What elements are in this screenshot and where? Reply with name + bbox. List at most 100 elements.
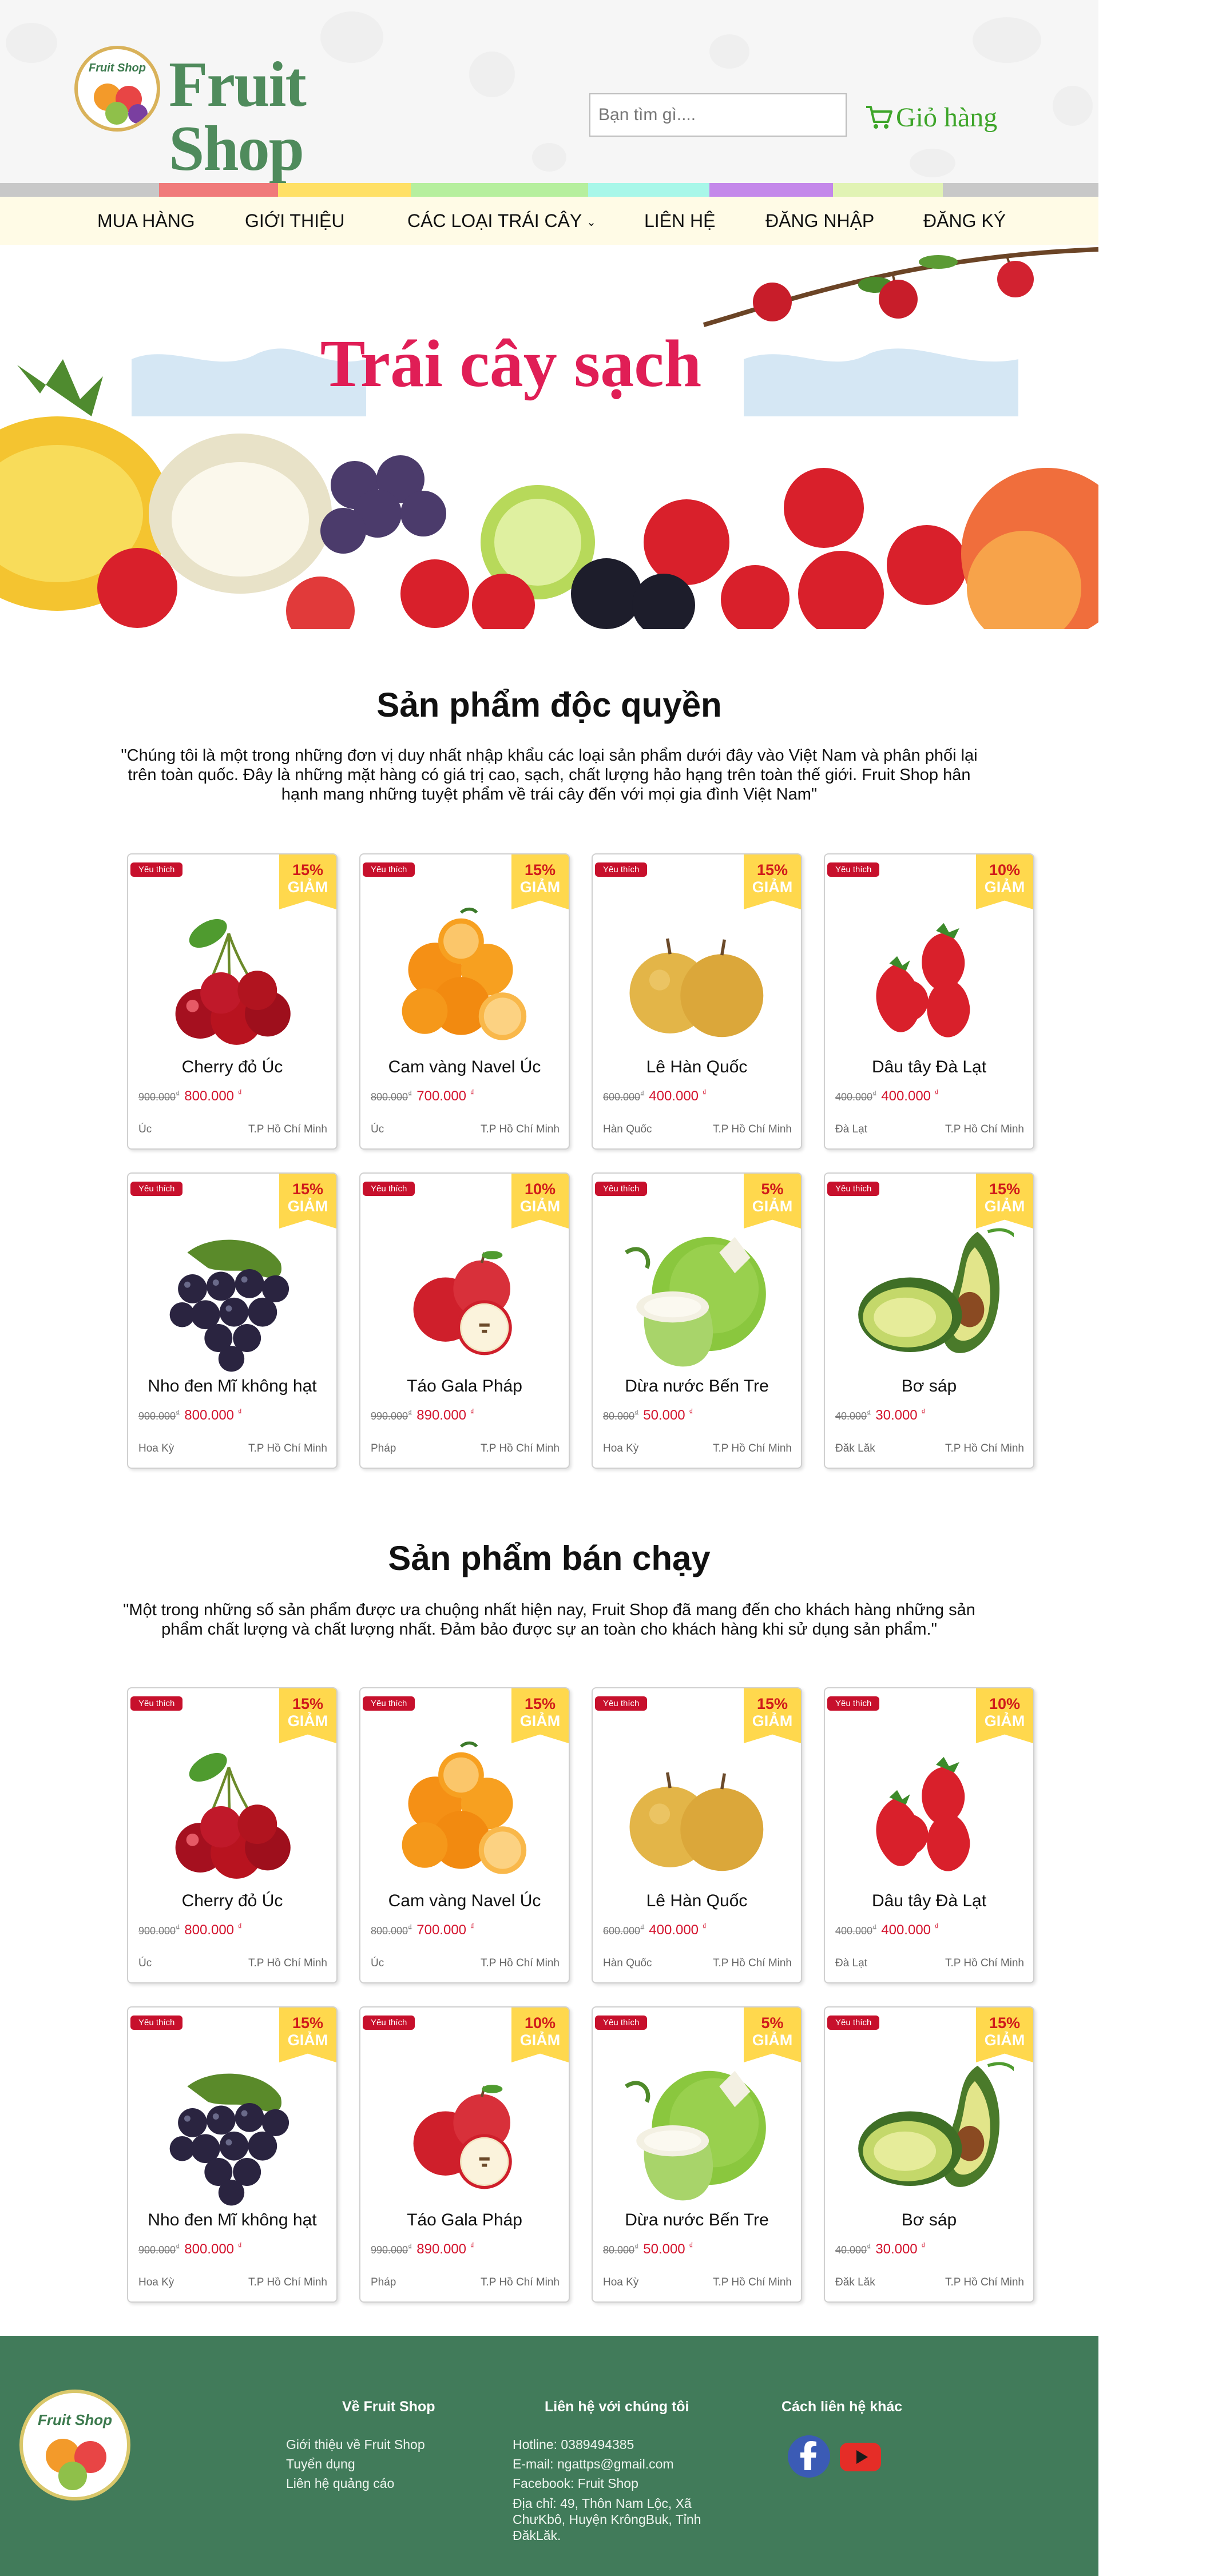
product-prices: 990.000₫ 890.000 ₫ <box>371 2241 474 2257</box>
product-card[interactable]: Yêu thích 15% GIẢM Nho đen Mĩ không hạt 900.… <box>127 2006 338 2303</box>
nav-lien-he[interactable]: LIÊN HỆ <box>644 197 715 245</box>
product-card[interactable]: Yêu thích 15% GIẢM Bơ sáp 40.000₫ 30.000 ₫ Đăk… <box>824 2006 1034 2303</box>
nav-gioi-thieu[interactable]: GIỚI THIỆU <box>245 197 344 245</box>
product-origin: Hoa Kỳ <box>603 1442 639 1454</box>
product-origin: Hàn Quốc <box>603 1957 652 1969</box>
chevron-down-icon: ⌄ <box>586 216 597 229</box>
avocado-icon <box>858 2062 1014 2187</box>
new-price: 400.000 ₫ <box>881 1922 939 1938</box>
footer-hotline: Hotline: 0389494385 <box>513 2437 634 2452</box>
logo-name: Fruit Shop <box>169 49 307 183</box>
product-ship-from: T.P Hồ Chí Minh <box>481 1957 560 1969</box>
product-name[interactable]: Dừa nước Bến Tre <box>593 2211 801 2230</box>
grape-icon <box>169 2073 289 2206</box>
discount-label: GIẢM <box>287 1198 328 1215</box>
facebook-icon[interactable] <box>787 2435 831 2478</box>
footer-other: Cách liên hệ khác <box>781 2399 902 2478</box>
product-card[interactable]: Yêu thích 15% GIẢM Lê Hàn Quốc 600.000₫ 400.0… <box>592 1687 802 1983</box>
stripe-segment <box>0 183 159 197</box>
nav-cac-loai-trai-cay[interactable]: CÁC LOẠI TRÁI CÂY ⌄ <box>407 197 596 245</box>
footer-email[interactable]: E-mail: ngattps@gmail.com <box>513 2454 719 2474</box>
product-name[interactable]: Bơ sáp <box>825 2211 1033 2230</box>
discount-percent: 10% <box>989 1695 1021 1712</box>
product-name[interactable]: Táo Gala Pháp <box>360 1377 569 1396</box>
new-price: 800.000 ₫ <box>184 1922 242 1938</box>
new-price: 400.000 ₫ <box>649 1088 707 1104</box>
product-origin: Hoa Kỳ <box>138 2276 174 2288</box>
footer-link-quang-cao[interactable]: Liên hệ quảng cáo <box>286 2474 435 2493</box>
old-price: 80.000₫ <box>603 2242 639 2256</box>
product-name[interactable]: Cam vàng Navel Úc <box>360 1891 569 1911</box>
nav-dang-nhap[interactable]: ĐĂNG NHẬP <box>765 197 874 245</box>
product-name[interactable]: Cherry đỏ Úc <box>128 1058 336 1077</box>
discount-label: GIẢM <box>984 878 1025 896</box>
product-card[interactable]: Yêu thích 10% GIẢM Táo Gala Pháp 990.000₫ 890… <box>359 2006 570 2303</box>
product-name[interactable]: Cam vàng Navel Úc <box>360 1058 569 1077</box>
footer-logo[interactable]: Fruit Shop <box>19 2390 130 2501</box>
cart-label: Giỏ hàng <box>896 102 998 133</box>
footer-address: Địa chỉ: 49, Thôn Nam Lộc, Xã ChưKbô, Hu… <box>513 2496 701 2543</box>
product-card[interactable]: Yêu thích 15% GIẢM Cam vàng Navel Úc 800.000… <box>359 853 570 1150</box>
site-logo[interactable]: Fruit Shop Fruit Shop <box>74 46 395 181</box>
product-card[interactable]: Yêu thích 10% GIẢM Dâu tây Đà Lạt 400.000₫ 40… <box>824 853 1034 1150</box>
stripe-segment <box>588 183 709 197</box>
search-input[interactable] <box>589 93 847 137</box>
discount-percent: 15% <box>756 1695 788 1712</box>
product-ship-from: T.P Hồ Chí Minh <box>713 1957 792 1969</box>
product-origin: Pháp <box>371 2276 396 2288</box>
product-prices: 400.000₫ 400.000 ₫ <box>835 1922 939 1938</box>
product-card[interactable]: Yêu thích 15% GIẢM Nho đen Mĩ không hạt 900.… <box>127 1172 338 1469</box>
product-name[interactable]: Nho đen Mĩ không hạt <box>128 1377 336 1396</box>
old-price: 800.000₫ <box>371 1089 412 1103</box>
new-price: 700.000 ₫ <box>416 1922 474 1938</box>
product-origin: Úc <box>371 1123 384 1135</box>
youtube-icon[interactable] <box>839 2435 882 2478</box>
product-card[interactable]: Yêu thích 15% GIẢM Bơ sáp 40.000₫ 30.000 ₫ Đăk… <box>824 1172 1034 1469</box>
product-ship-from: T.P Hồ Chí Minh <box>481 1442 560 1454</box>
footer-other-title: Cách liên hệ khác <box>781 2399 903 2415</box>
product-card[interactable]: Yêu thích 5% GIẢM Dừa nước Bến Tre 80.000₫ 50… <box>592 1172 802 1469</box>
old-price: 40.000₫ <box>835 2242 871 2256</box>
nav-dang-ky[interactable]: ĐĂNG KÝ <box>923 197 1006 245</box>
product-name[interactable]: Cherry đỏ Úc <box>128 1891 336 1911</box>
favorite-badge: Yêu thích <box>130 2016 183 2030</box>
discount-percent: 10% <box>989 861 1021 878</box>
discount-label: GIẢM <box>519 2032 561 2049</box>
product-name[interactable]: Lê Hàn Quốc <box>593 1058 801 1077</box>
footer-link-tuyen-dung[interactable]: Tuyển dụng <box>286 2454 435 2474</box>
strawberry-icon <box>876 1756 970 1871</box>
product-prices: 40.000₫ 30.000 ₫ <box>835 1407 926 1424</box>
stripe-segment <box>943 183 1098 197</box>
product-ship-from: T.P Hồ Chí Minh <box>481 2276 560 2288</box>
product-name[interactable]: Dâu tây Đà Lạt <box>825 1891 1033 1911</box>
product-name[interactable]: Dừa nước Bến Tre <box>593 1377 801 1396</box>
product-card[interactable]: Yêu thích 15% GIẢM Cam vàng Navel Úc 800.000… <box>359 1687 570 1983</box>
footer-about-title: Về Fruit Shop <box>342 2399 435 2415</box>
product-name[interactable]: Dâu tây Đà Lạt <box>825 1058 1033 1077</box>
product-name[interactable]: Nho đen Mĩ không hạt <box>128 2211 336 2230</box>
product-card[interactable]: Yêu thích 5% GIẢM Dừa nước Bến Tre 80.000₫ 50… <box>592 2006 802 2303</box>
product-name[interactable]: Táo Gala Pháp <box>360 2211 569 2230</box>
product-prices: 800.000₫ 700.000 ₫ <box>371 1088 474 1104</box>
footer-facebook[interactable]: Facebook: Fruit Shop <box>513 2474 719 2493</box>
product-card[interactable]: Yêu thích 10% GIẢM Táo Gala Pháp 990.000₫ 890… <box>359 1172 570 1469</box>
product-card[interactable]: Yêu thích 10% GIẢM Dâu tây Đà Lạt 400.000₫ 40… <box>824 1687 1034 1983</box>
product-prices: 600.000₫ 400.000 ₫ <box>603 1922 707 1938</box>
footer-link-gioi-thieu[interactable]: Giới thiệu về Fruit Shop <box>286 2435 435 2454</box>
bestseller-title: Sản phẩm bán chạy <box>388 1539 711 1577</box>
product-name[interactable]: Bơ sáp <box>825 1377 1033 1396</box>
product-ship-from: T.P Hồ Chí Minh <box>945 1957 1024 1969</box>
stripe-segment <box>411 183 588 197</box>
product-card[interactable]: Yêu thích 15% GIẢM Cherry đỏ Úc 900.000₫ 800.… <box>127 1687 338 1983</box>
new-price: 800.000 ₫ <box>184 1407 242 1423</box>
color-stripe <box>0 183 1098 197</box>
avocado-icon <box>858 1228 1014 1353</box>
cart-icon <box>866 106 892 129</box>
product-card[interactable]: Yêu thích 15% GIẢM Lê Hàn Quốc 600.000₫ 400.0… <box>592 853 802 1150</box>
product-name[interactable]: Lê Hàn Quốc <box>593 1891 801 1911</box>
nav-mua-hang[interactable]: MUA HÀNG <box>97 197 195 245</box>
product-card[interactable]: Yêu thích 15% GIẢM Cherry đỏ Úc 900.000₫ 800.… <box>127 853 338 1150</box>
cart-button[interactable]: Giỏ hàng <box>865 100 997 134</box>
discount-label: GIẢM <box>752 1198 793 1215</box>
discount-percent: 15% <box>524 1695 556 1712</box>
